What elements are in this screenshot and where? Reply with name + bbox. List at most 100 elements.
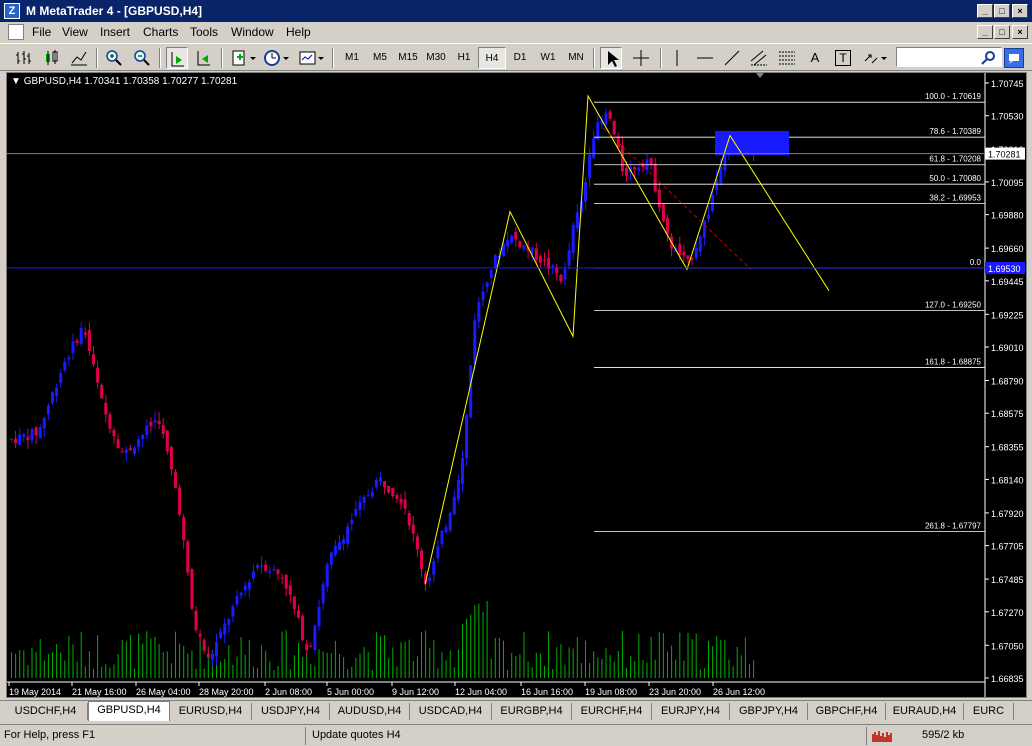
candle-body <box>379 477 382 483</box>
price-label: 1.69660 <box>991 244 1024 254</box>
crosshair-icon[interactable] <box>630 47 652 69</box>
cursor-icon[interactable] <box>600 47 622 69</box>
chart-shift-icon[interactable] <box>166 47 188 69</box>
arrows-icon[interactable] <box>860 47 890 69</box>
candle-body <box>145 425 149 436</box>
candle-body <box>485 282 489 288</box>
candle-body <box>723 155 727 171</box>
status-update: Update quotes H4 <box>312 729 401 741</box>
chart-tab[interactable]: GBPUSD,H4 <box>88 701 170 721</box>
line-chart-icon[interactable] <box>68 47 90 69</box>
candle-body <box>616 136 620 148</box>
candle-body <box>186 541 190 573</box>
price-chart[interactable]: 100.0 - 1.70619 78.6 - 1.70389 61.8 - 1.70… <box>7 73 1026 697</box>
chart-tab[interactable]: EURAUD,H4 <box>886 703 964 720</box>
menu-file[interactable]: File <box>32 25 51 39</box>
indicators-icon[interactable] <box>229 47 259 69</box>
candle-body <box>633 167 637 170</box>
chat-icon[interactable] <box>1004 48 1024 68</box>
timeframe-m30[interactable]: M30 <box>422 47 450 69</box>
search-icon[interactable] <box>978 47 1000 69</box>
toolbar-separator <box>159 48 161 68</box>
fibonacci-retracement-icon[interactable] <box>776 47 798 69</box>
toolbar-separator <box>96 48 98 68</box>
candle-body <box>711 194 715 211</box>
time-label: 19 Jun 08:00 <box>585 687 637 697</box>
minimize-button[interactable]: _ <box>977 4 993 18</box>
close-button[interactable]: × <box>1012 4 1028 18</box>
menu-window[interactable]: Window <box>231 25 274 39</box>
chart-tab[interactable]: USDCHF,H4 <box>4 703 88 720</box>
dropdown-triangle-icon[interactable]: ▼ <box>11 76 21 87</box>
timeframe-m15[interactable]: M15 <box>394 47 422 69</box>
maximize-button[interactable]: □ <box>994 4 1010 18</box>
candle-body <box>202 640 206 651</box>
zoom-out-icon[interactable] <box>131 47 153 69</box>
candle-body <box>333 546 337 556</box>
timeframe-mn[interactable]: MN <box>562 47 590 69</box>
text-label-button[interactable]: T <box>835 50 851 66</box>
price-label: 1.66835 <box>991 674 1024 684</box>
child-close-button[interactable]: × <box>1012 25 1028 39</box>
chart-tabs: USDCHF,H4 GBPUSD,H4 EURUSD,H4 USDJPY,H4 AUDU… <box>0 700 1032 721</box>
timeframe-w1[interactable]: W1 <box>534 47 562 69</box>
chart-tab[interactable]: USDJPY,H4 <box>252 703 330 720</box>
child-restore-button[interactable]: □ <box>994 25 1010 39</box>
candle-body <box>469 365 473 418</box>
candle-body <box>592 137 596 159</box>
menu-view[interactable]: View <box>62 25 88 39</box>
chart-tab[interactable]: GBPCHF,H4 <box>808 703 886 720</box>
chart-tab[interactable]: EURJPY,H4 <box>652 703 730 720</box>
chart-tab[interactable]: USDCAD,H4 <box>410 703 492 720</box>
candlestick-icon[interactable] <box>40 47 62 69</box>
chart-tab[interactable]: EURGBP,H4 <box>492 703 572 720</box>
price-label: 1.70095 <box>991 178 1024 188</box>
timeframe-d1[interactable]: D1 <box>506 47 534 69</box>
candle-body <box>223 623 227 635</box>
timeframe-m1[interactable]: M1 <box>338 47 366 69</box>
time-label: 21 May 16:00 <box>72 687 127 697</box>
horizontal-line-icon[interactable] <box>694 47 716 69</box>
candle-body <box>251 571 255 579</box>
timeframe-h4[interactable]: H4 <box>478 47 506 69</box>
trendline-icon[interactable] <box>721 47 743 69</box>
toolbar-separator <box>332 48 334 68</box>
chart-tab[interactable]: AUDUSD,H4 <box>330 703 410 720</box>
timeframe-m5[interactable]: M5 <box>366 47 394 69</box>
chart-tab[interactable]: EURUSD,H4 <box>170 703 252 720</box>
menu-insert[interactable]: Insert <box>100 25 130 39</box>
candle-body <box>473 320 477 365</box>
chart-tab[interactable]: GBPJPY,H4 <box>730 703 808 720</box>
menu-help[interactable]: Help <box>286 25 311 39</box>
candle-body <box>120 451 124 453</box>
candle-body <box>584 182 587 202</box>
periods-clock-icon[interactable] <box>262 47 292 69</box>
time-label: 9 Jun 12:00 <box>392 687 439 697</box>
price-label: 1.69010 <box>991 343 1024 353</box>
child-minimize-button[interactable]: _ <box>977 25 993 39</box>
menu-tools[interactable]: Tools <box>190 25 218 39</box>
candle-body <box>649 158 653 165</box>
document-icon[interactable] <box>8 24 24 40</box>
zoom-in-icon[interactable] <box>103 47 125 69</box>
candle-body <box>538 255 542 263</box>
vertical-line-icon[interactable] <box>666 47 688 69</box>
chart-tab[interactable]: EURCHF,H4 <box>572 703 652 720</box>
templates-icon[interactable] <box>297 47 327 69</box>
chart-tab[interactable]: EURC <box>964 703 1014 720</box>
auto-scroll-icon[interactable] <box>193 47 215 69</box>
candle-body <box>444 527 448 533</box>
timeframe-h1[interactable]: H1 <box>450 47 478 69</box>
text-tool-button[interactable]: A <box>804 47 826 69</box>
candle-body <box>608 111 612 119</box>
fib-level-label: 127.0 - 1.69250 <box>925 301 982 310</box>
candle-body <box>92 354 95 365</box>
candle-body <box>206 654 210 658</box>
bar-chart-icon[interactable] <box>12 47 34 69</box>
fib-level-label: 100.0 - 1.70619 <box>925 92 982 101</box>
chart-window[interactable]: 100.0 - 1.70619 78.6 - 1.70389 61.8 - 1.70… <box>6 72 1027 698</box>
candle-body <box>104 402 108 415</box>
menu-charts[interactable]: Charts <box>143 25 178 39</box>
equidistant-channel-icon[interactable] <box>748 47 770 69</box>
symbol-info: ▼ GBPUSD,H4 1.70341 1.70358 1.70277 1.70… <box>11 76 237 87</box>
